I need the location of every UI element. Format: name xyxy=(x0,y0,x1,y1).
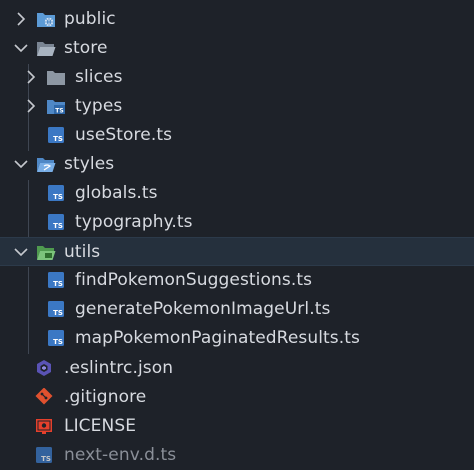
chevron-right-icon[interactable] xyxy=(22,97,40,115)
typescript-file-icon: TS xyxy=(48,272,64,288)
tree-item-next-env-d-ts[interactable]: TS next-env.d.ts xyxy=(0,441,474,470)
folder-styles-icon xyxy=(37,158,56,172)
tree-item-label: utils xyxy=(64,242,101,262)
svg-text:TS: TS xyxy=(41,455,51,463)
svg-text:TS: TS xyxy=(53,309,63,317)
tree-item-label: styles xyxy=(64,154,115,174)
tree-item-label: .gitignore xyxy=(64,387,147,407)
tree-item-license[interactable]: LICENSE xyxy=(0,412,474,441)
tree-item-label: globals.ts xyxy=(75,183,158,203)
chevron-down-icon[interactable] xyxy=(12,39,30,57)
folder-utils-icon xyxy=(37,246,56,260)
tree-item-label: LICENSE xyxy=(64,416,137,436)
tree-item-utils[interactable]: utils xyxy=(0,237,474,266)
tree-item-slices[interactable]: slices xyxy=(0,63,474,92)
chevron-down-icon[interactable] xyxy=(12,155,30,173)
folder-types-icon: TS xyxy=(47,100,65,115)
tree-item-typography-ts[interactable]: TS typography.ts xyxy=(0,208,474,237)
tree-item-label: findPokemonSuggestions.ts xyxy=(75,270,313,290)
svg-text:TS: TS xyxy=(53,280,63,288)
typescript-file-icon: TS xyxy=(48,301,64,317)
tree-item-styles[interactable]: styles xyxy=(0,150,474,179)
typescript-file-icon: TS xyxy=(48,214,64,230)
tree-item-findpokemonsuggestions-ts[interactable]: TS findPokemonSuggestions.ts xyxy=(0,266,474,295)
tree-item-eslintrc-json[interactable]: .eslintrc.json xyxy=(0,354,474,383)
git-icon xyxy=(35,388,53,405)
tree-item-label: types xyxy=(75,96,123,116)
tree-item-usestore-ts[interactable]: TS useStore.ts xyxy=(0,121,474,150)
tree-item-label: public xyxy=(64,9,116,29)
tree-item-label: .eslintrc.json xyxy=(64,358,174,378)
folder-open-icon xyxy=(37,42,56,56)
folder-public-icon xyxy=(37,13,55,27)
typescript-file-icon: TS xyxy=(48,127,64,143)
svg-text:TS: TS xyxy=(53,222,63,230)
chevron-down-icon[interactable] xyxy=(12,243,30,261)
typescript-file-icon: TS xyxy=(36,447,52,463)
svg-text:TS: TS xyxy=(53,338,63,346)
tree-item-types[interactable]: TS types xyxy=(0,92,474,121)
svg-text:TS: TS xyxy=(55,108,63,115)
tree-item-label: slices xyxy=(75,67,123,87)
tree-item-label: typography.ts xyxy=(75,212,193,232)
tree-item-generatepokemonimageurl-ts[interactable]: TS generatePokemonImageUrl.ts xyxy=(0,295,474,324)
typescript-file-icon: TS xyxy=(48,185,64,201)
typescript-file-icon: TS xyxy=(48,330,64,346)
tree-item-gitignore[interactable]: .gitignore xyxy=(0,383,474,412)
tree-item-globals-ts[interactable]: TS globals.ts xyxy=(0,179,474,208)
chevron-right-icon[interactable] xyxy=(22,68,40,86)
tree-item-label: mapPokemonPaginatedResults.ts xyxy=(75,328,360,348)
tree-item-public[interactable]: public xyxy=(0,5,474,34)
tree-item-label: generatePokemonImageUrl.ts xyxy=(75,299,331,319)
tree-item-label: next-env.d.ts xyxy=(64,445,177,465)
tree-item-label: useStore.ts xyxy=(75,125,173,145)
svg-text:TS: TS xyxy=(53,135,63,143)
folder-icon xyxy=(47,71,65,85)
svg-text:TS: TS xyxy=(53,193,63,201)
tree-item-store[interactable]: store xyxy=(0,34,474,63)
tree-item-label: store xyxy=(64,38,108,58)
chevron-right-icon[interactable] xyxy=(12,10,30,28)
eslint-icon xyxy=(37,360,51,376)
tree-item-mappokemonpaginatedresults-ts[interactable]: TS mapPokemonPaginatedResults.ts xyxy=(0,324,474,353)
file-explorer: public store slices TS types TS useStore… xyxy=(0,0,474,470)
license-icon xyxy=(36,419,52,434)
